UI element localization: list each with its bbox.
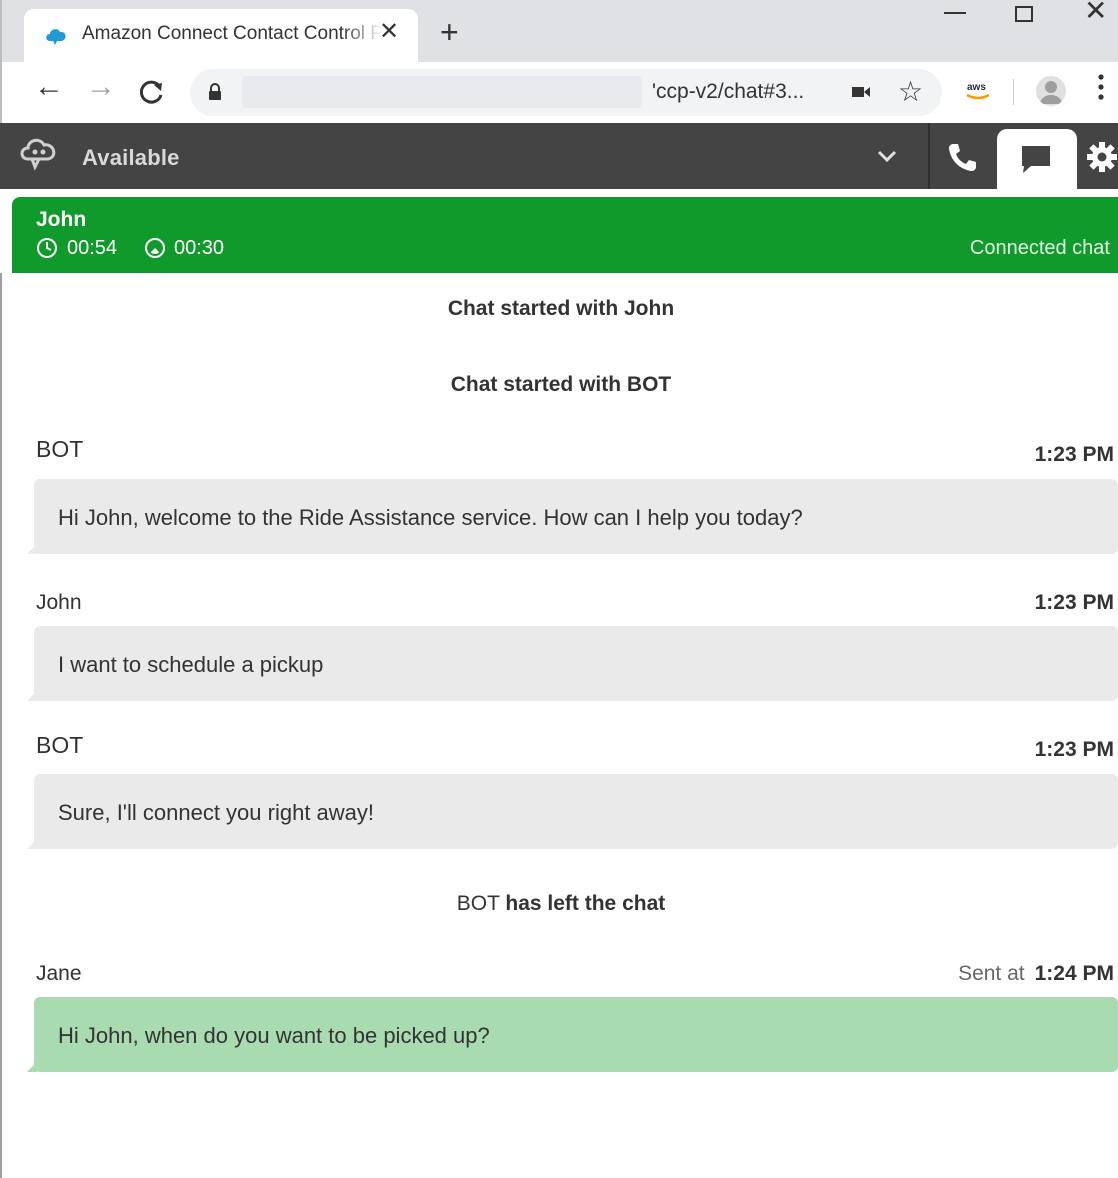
tab-title: Amazon Connect Contact Control Panel xyxy=(82,23,382,45)
message-time: 1:24 PM xyxy=(1034,962,1114,985)
message-text: Sure, I'll connect you right away! xyxy=(58,800,375,825)
contact-banner[interactable]: John 00:54 00:30 Connected chat xyxy=(12,197,1118,273)
browser-tab[interactable]: Amazon Connect Contact Control Panel ✕ xyxy=(24,9,418,62)
close-window-button[interactable]: ✕ xyxy=(1084,0,1107,27)
phone-icon[interactable] xyxy=(946,141,978,173)
system-message-participant: BOT xyxy=(456,892,500,915)
system-message-chat-started-john: Chat started with John xyxy=(2,297,1118,321)
forward-arrow-icon[interactable]: → xyxy=(86,72,116,102)
message-timestamp: Sent at 1:24 PM xyxy=(958,962,1114,986)
browser-toolbar: ← → 'ccp-v2/chat#3... ☆ aws xyxy=(0,62,1118,123)
url-text: 'ccp-v2/chat#3... xyxy=(652,80,805,103)
lock-icon xyxy=(209,83,221,100)
message-text: Hi John, welcome to the Ride Assistance … xyxy=(58,505,803,530)
message-timestamp: 1:23 PM xyxy=(1034,738,1114,761)
customer-message-bubble: I want to schedule a pickup xyxy=(27,626,1118,701)
contact-elapsed-time: 00:54 xyxy=(67,237,118,259)
message-sender: BOT xyxy=(36,436,84,462)
minimize-window-button[interactable] xyxy=(942,0,968,20)
toolbar-separator xyxy=(1013,79,1014,105)
svg-text:aws: aws xyxy=(967,82,986,93)
new-tab-button[interactable]: + xyxy=(440,16,459,48)
contact-state: Connected chat xyxy=(969,237,1110,259)
menu-icon[interactable] xyxy=(1098,74,1104,100)
system-message-text: Chat started with BOT xyxy=(450,373,672,396)
address-bar[interactable]: 'ccp-v2/chat#3... ☆ xyxy=(190,69,942,116)
message-sender: BOT xyxy=(36,732,84,758)
profile-icon[interactable] xyxy=(1036,76,1066,106)
customer-message-bubble: Sure, I'll connect you right away! xyxy=(27,774,1118,849)
clock-icon xyxy=(37,238,57,258)
system-message-text: has left the chat xyxy=(505,892,666,915)
message-timestamp: 1:23 PM xyxy=(1034,591,1114,614)
header-divider xyxy=(928,123,930,189)
chat-transcript[interactable]: Chat started with John Chat started with… xyxy=(0,273,1118,1178)
gear-icon[interactable] xyxy=(1086,141,1118,173)
reload-icon[interactable] xyxy=(139,79,165,105)
chevron-down-icon[interactable] xyxy=(876,145,898,167)
url-redacted xyxy=(242,76,642,108)
customer-message-bubble: Hi John, welcome to the Ride Assistance … xyxy=(27,479,1118,554)
amazon-extension-icon[interactable]: aws xyxy=(964,76,992,104)
camera-icon[interactable] xyxy=(852,86,870,98)
message-text: Hi John, when do you want to be picked u… xyxy=(58,1023,490,1048)
chat-tab[interactable] xyxy=(997,129,1077,191)
agent-message-bubble: Hi John, when do you want to be picked u… xyxy=(27,997,1118,1072)
agent-status: Available xyxy=(82,145,180,170)
maximize-window-button[interactable] xyxy=(1015,6,1033,22)
close-tab-icon[interactable]: ✕ xyxy=(379,19,399,45)
contact-state-time: 00:30 xyxy=(174,237,225,259)
system-message-bot-left: BOT has left the chat xyxy=(2,892,1118,916)
chat-icon xyxy=(1022,146,1050,173)
contact-name: John xyxy=(36,208,87,231)
message-sender: John xyxy=(36,591,82,614)
sent-at-label: Sent at xyxy=(958,962,1025,985)
system-message-text: Chat started with John xyxy=(447,297,675,320)
system-message-chat-started-bot: Chat started with BOT xyxy=(2,373,1118,397)
ccp-header: Available xyxy=(0,123,1118,191)
connect-logo-icon xyxy=(20,138,56,171)
star-icon[interactable]: ☆ xyxy=(898,75,923,108)
state-timer-icon xyxy=(145,238,165,258)
amazon-connect-favicon xyxy=(46,29,66,45)
message-sender: Jane xyxy=(36,962,82,985)
back-arrow-icon[interactable]: ← xyxy=(34,72,64,102)
message-timestamp: 1:23 PM xyxy=(1034,443,1114,466)
message-text: I want to schedule a pickup xyxy=(58,652,324,677)
browser-tab-strip: Amazon Connect Contact Control Panel ✕ +… xyxy=(0,0,1118,62)
